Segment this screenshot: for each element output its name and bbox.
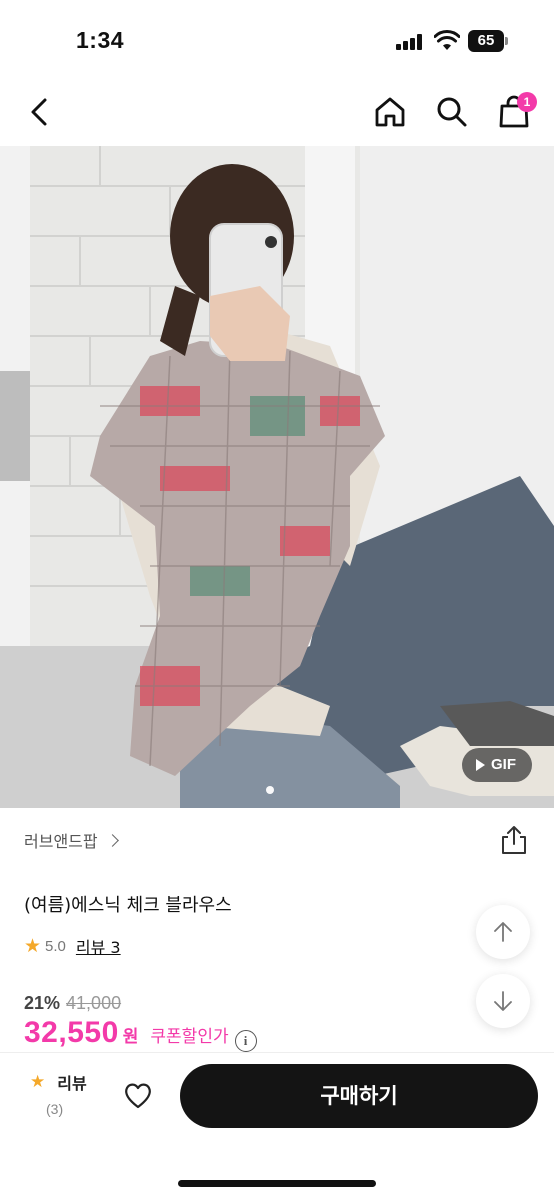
review-summary-button[interactable]: ★ 리뷰 [30, 1070, 87, 1094]
cellular-signal-icon [396, 34, 424, 50]
review-count-link[interactable]: 리뷰 3 [76, 934, 121, 958]
price-row: 32,550 원 쿠폰할인가 i [24, 1016, 257, 1052]
sale-price: 32,550 [24, 1016, 119, 1049]
review-count: (3) [46, 1101, 64, 1117]
gif-badge[interactable]: GIF [462, 748, 532, 782]
arrow-down-icon [494, 991, 512, 1011]
product-title: (여름)에스닉 체크 블라우스 [24, 895, 232, 916]
brand-link[interactable]: 러브앤드팝 [24, 826, 119, 854]
info-icon[interactable]: i [234, 1030, 257, 1052]
discount-row: 21% 41,000 [24, 993, 121, 1014]
home-indicator [178, 1180, 376, 1187]
original-price: 41,000 [66, 993, 122, 1013]
coupon-price-label: 쿠폰할인가 [150, 1027, 229, 1047]
scroll-top-button[interactable] [476, 905, 530, 959]
status-time: 1:34 [76, 27, 125, 53]
search-icon[interactable] [434, 94, 470, 130]
brand-name: 러브앤드팝 [24, 832, 98, 851]
home-icon[interactable] [372, 94, 408, 130]
rating-row: ★ 5.0 리뷰 3 [24, 934, 121, 958]
rating-score: 5.0 [45, 937, 66, 955]
star-icon: ★ [24, 935, 42, 957]
chevron-right-icon [105, 834, 119, 847]
star-icon: ★ [30, 1072, 46, 1092]
status-bar: 1:34 65 [0, 0, 554, 80]
battery-level: 65 [468, 30, 504, 52]
cart-count-badge: 1 [517, 92, 537, 112]
arrow-up-icon [494, 922, 512, 942]
review-label: 리뷰 [57, 1074, 87, 1093]
share-icon[interactable] [498, 824, 530, 856]
carousel-page-dot [266, 786, 274, 794]
buy-button[interactable]: 구매하기 [180, 1064, 538, 1128]
top-nav-bar [0, 80, 554, 146]
product-image-carousel[interactable] [0, 146, 554, 808]
battery-icon: 65 [468, 30, 508, 52]
currency-label: 원 [122, 1027, 139, 1047]
gif-label: GIF [491, 756, 516, 773]
discount-rate: 21% [24, 993, 61, 1013]
wifi-icon [434, 30, 460, 50]
chevron-left-icon[interactable] [22, 94, 58, 130]
play-icon [476, 759, 485, 771]
scroll-down-button[interactable] [476, 974, 530, 1028]
product-photo [0, 146, 554, 808]
heart-icon[interactable] [122, 1080, 154, 1110]
